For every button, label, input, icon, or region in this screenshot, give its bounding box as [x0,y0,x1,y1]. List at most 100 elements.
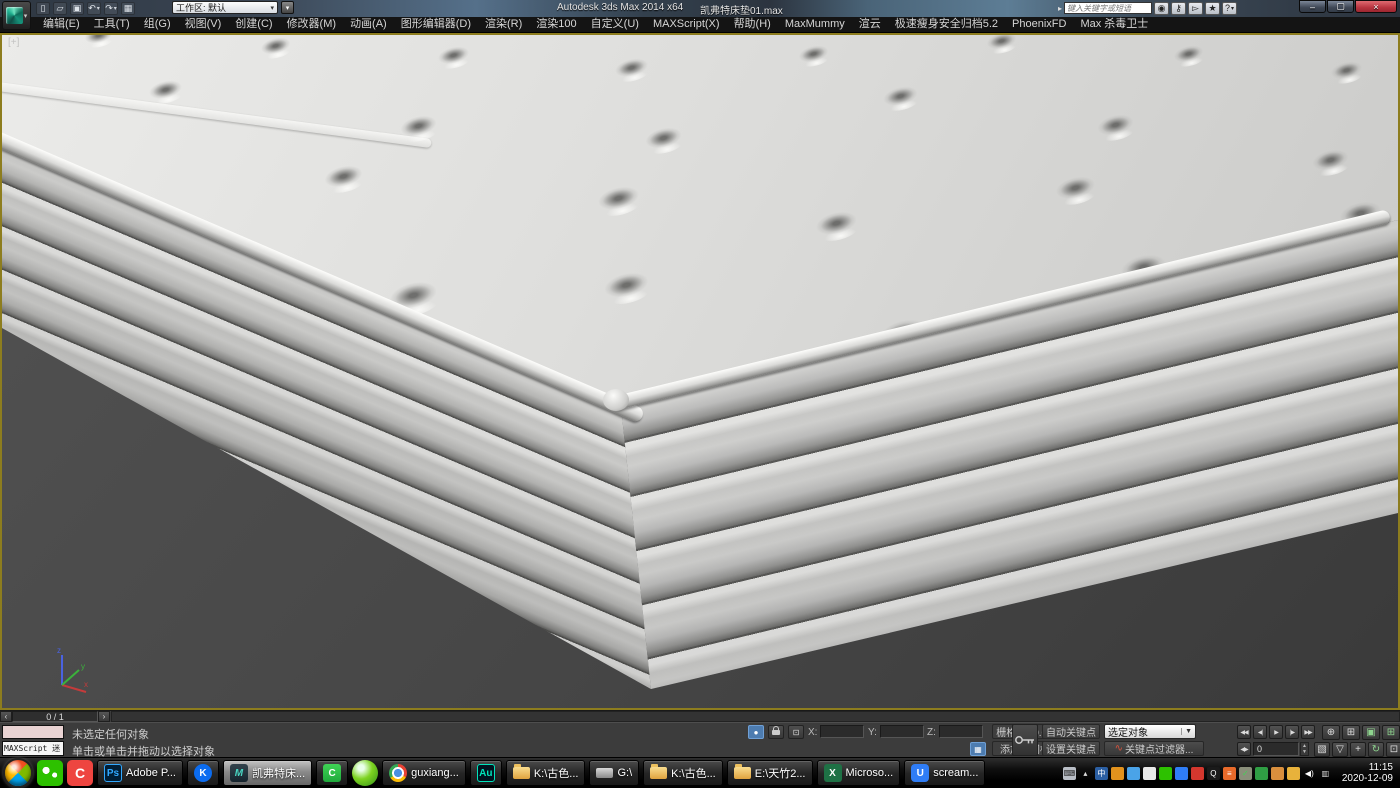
menu-item-7[interactable]: 图形编辑器(D) [394,17,478,32]
play-button[interactable]: ▶ [1269,725,1283,739]
menu-item-15[interactable]: 极速瘦身安全归档5.2 [888,17,1005,32]
menu-item-13[interactable]: MaxMummy [778,17,852,32]
menu-item-8[interactable]: 渲染(R) [478,17,529,32]
menu-item-2[interactable]: 组(G) [137,17,178,32]
time-slider-track[interactable] [111,711,1400,722]
usb-safe-tray-icon[interactable]: ✓ [1239,767,1252,780]
camtasia-button[interactable]: C [67,760,93,786]
drive-task[interactable]: G:\ [589,760,639,786]
maxscript-mini-listener-input[interactable]: MAXScript 迷 [2,741,64,756]
orbit-button[interactable]: ↻ [1368,742,1384,757]
fov-button[interactable]: ▽ [1332,742,1348,757]
project-folder-button[interactable]: ▦ [121,2,135,15]
finance-tray-icon[interactable] [1255,767,1268,780]
zoom-extents-all-button[interactable]: ⊞ [1382,725,1400,740]
wechat-button[interactable] [37,760,63,786]
zoom-region-button[interactable]: ▧ [1314,742,1330,757]
folder-task-1[interactable]: K:\古色... [506,760,586,786]
menu-item-6[interactable]: 动画(A) [343,17,394,32]
isolate-selection-toggle[interactable]: ● [748,725,764,739]
camtasia-green-button[interactable]: C [316,760,348,786]
go-to-end-button[interactable]: ▶▶ [1301,725,1315,739]
maximize-viewport-button[interactable]: ⊡ [1386,742,1400,757]
scream-task[interactable]: Uscream... [904,760,985,786]
start-button[interactable] [3,758,33,788]
menu-item-17[interactable]: Max 杀毒卫士 [1073,17,1155,32]
taskbar-clock[interactable]: 11:15 2020-12-09 [1342,762,1393,784]
network-tray-icon[interactable]: ▥ [1319,767,1332,780]
time-tag-icon[interactable]: ▦ [970,742,986,756]
selection-set-dropdown[interactable]: 选定对象 ▼ [1104,724,1196,739]
absolute-mode-toggle[interactable]: ⊡ [788,725,804,739]
previous-frame-button[interactable]: ◀| [1253,725,1267,739]
z-coordinate-field[interactable] [939,725,983,738]
zoom-button[interactable]: ⊕ [1322,725,1340,740]
volume-tray-icon[interactable]: ◀) [1303,767,1316,780]
key-mode-toggle[interactable]: ◀▶ [1237,742,1251,756]
key-filters-button[interactable]: ∿ 关键点过滤器... [1104,741,1204,756]
set-key-button[interactable]: 设置关键点 [1042,741,1100,756]
workspace-dropdown[interactable]: 工作区: 默认 ▾ [172,1,278,14]
perspective-viewport[interactable]: [+] z x y [0,33,1400,710]
menu-item-14[interactable]: 渲云 [852,17,888,32]
maxscript-mini-listener-output[interactable] [2,725,64,739]
help-button[interactable]: ?▾ [1222,2,1237,15]
menu-item-3[interactable]: 视图(V) [178,17,229,32]
keyboard-tray-icon[interactable]: ⌨ [1063,767,1076,780]
x-coordinate-field[interactable] [820,725,864,738]
previous-frame-arrow-button[interactable]: ‹ [0,711,12,722]
communication-center-button[interactable]: ▻ [1188,2,1203,15]
minimize-button[interactable]: – [1299,0,1326,13]
assistant-tray-icon[interactable] [1143,767,1156,780]
photoshop-task[interactable]: PsAdobe P... [97,760,183,786]
sync-tray-icon[interactable] [1175,767,1188,780]
menu-item-11[interactable]: MAXScript(X) [646,17,727,32]
sign-in-button[interactable]: ⚷ [1171,2,1186,15]
next-frame-button[interactable]: |▶ [1285,725,1299,739]
menu-item-4[interactable]: 创建(C) [228,17,279,32]
netdisk-tray-icon[interactable]: ≡ [1223,767,1236,780]
chrome-task[interactable]: guxiang... [382,760,466,786]
max-task[interactable]: M凯弗特床... [223,760,312,786]
application-menu-button[interactable]: ▾ [2,1,31,30]
browser-360-button[interactable] [352,760,378,786]
selection-lock-toggle[interactable] [768,725,784,739]
auto-key-button[interactable]: 自动关键点 [1042,724,1100,739]
menu-item-5[interactable]: 修改器(M) [280,17,344,32]
search-button[interactable]: ◉ [1154,2,1169,15]
time-slider-handle[interactable]: 0 / 1 [12,711,98,722]
undo-button[interactable]: ↶▾ [87,2,101,15]
menu-item-1[interactable]: 工具(T) [87,17,137,32]
go-to-start-button[interactable]: ◀◀ [1237,725,1251,739]
safe360-tray-icon[interactable] [1127,767,1140,780]
search-input[interactable] [1064,2,1152,14]
qq-tray-icon[interactable]: Q [1207,767,1220,780]
restore-button[interactable]: ▢ [1327,0,1354,13]
set-key-big-button[interactable] [1012,724,1038,756]
qq-busy-tray-icon[interactable] [1191,767,1204,780]
folder-task-2[interactable]: K:\古色... [643,760,723,786]
save-file-button[interactable]: ▣ [70,2,84,15]
open-file-button[interactable]: ▱ [53,2,67,15]
new-file-button[interactable]: ▯ [36,2,50,15]
box-tray-icon[interactable] [1271,767,1284,780]
qat-customize-button[interactable]: ▾ [281,1,294,14]
zoom-all-button[interactable]: ⊞ [1342,725,1360,740]
redo-button[interactable]: ↷▾ [104,2,118,15]
infocenter-collapse-arrow-icon[interactable]: ▸ [1058,4,1062,13]
viewport-label[interactable]: [+] [8,37,19,48]
audition-task[interactable]: Au [470,760,502,786]
frame-spinner[interactable]: ▲▼ [1300,742,1309,756]
usb-utility-tray-icon[interactable] [1111,767,1124,780]
current-frame-field[interactable]: 0 [1253,742,1299,756]
menu-item-16[interactable]: PhoenixFD [1005,17,1073,32]
excel-task[interactable]: XMicroso... [817,760,901,786]
next-frame-arrow-button[interactable]: › [98,711,110,722]
favorites-button[interactable]: ★ [1205,2,1220,15]
wechat-tray-icon[interactable] [1159,767,1172,780]
hidden-icons-button[interactable]: ▴ [1079,767,1092,780]
folder-task-3[interactable]: E:\天竹2... [727,760,813,786]
menu-item-0[interactable]: 编辑(E) [36,17,87,32]
menu-item-12[interactable]: 帮助(H) [727,17,778,32]
menu-item-10[interactable]: 自定义(U) [584,17,646,32]
